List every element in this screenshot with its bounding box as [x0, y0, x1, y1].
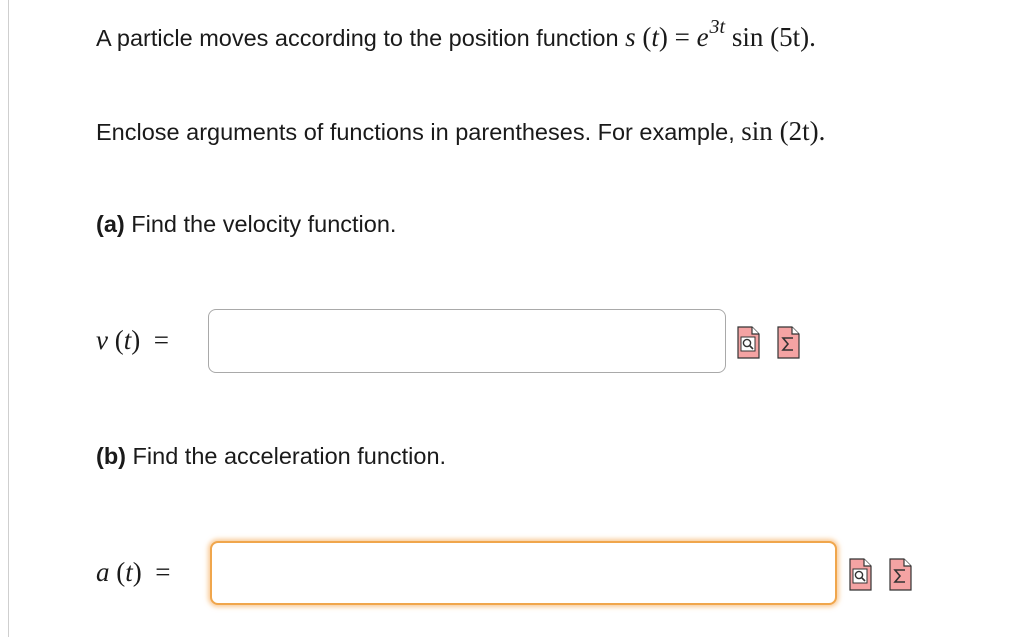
sin-argument: 5t: [779, 22, 801, 52]
part-b-prompt: (b) Find the acceleration function.: [96, 443, 446, 470]
t-symbol: t: [651, 22, 659, 52]
intro-text: A particle moves according to the positi…: [96, 25, 619, 51]
part-a-letter: (a): [96, 211, 125, 237]
s-symbol: s: [625, 22, 636, 52]
part-a-text: Find the velocity function.: [131, 211, 397, 237]
left-border: [8, 0, 9, 637]
sin-symbol: sin: [731, 22, 764, 52]
preview-icon[interactable]: [737, 326, 760, 359]
example-formula: sin (2t).: [741, 116, 826, 146]
acceleration-answer-input[interactable]: [210, 541, 837, 605]
instruction: Enclose arguments of functions in parent…: [96, 116, 825, 147]
exponent: 3t: [709, 16, 726, 38]
preview-icon[interactable]: [849, 558, 872, 591]
t-symbol: t: [125, 557, 133, 587]
acceleration-label: a (t) =: [96, 557, 171, 587]
e-symbol: e: [696, 22, 709, 52]
a-symbol: a: [96, 557, 110, 587]
part-b-letter: (b): [96, 443, 127, 469]
part-a-prompt: (a) Find the velocity function.: [96, 211, 396, 238]
part-b-text: Find the acceleration function.: [132, 443, 447, 469]
velocity-answer-input[interactable]: [208, 309, 726, 373]
velocity-label: v (t) =: [96, 325, 169, 355]
problem-statement: A particle moves according to the positi…: [96, 16, 816, 53]
example-fn: sin: [741, 116, 773, 146]
example-arg: 2t: [788, 116, 810, 146]
sigma-icon[interactable]: [777, 326, 800, 359]
t-symbol: t: [123, 325, 132, 355]
position-function-formula: s (t) = e3t sin (5t).: [625, 16, 816, 52]
instruction-text: Enclose arguments of functions in parent…: [96, 119, 735, 145]
sigma-icon[interactable]: [889, 558, 912, 591]
v-symbol: v: [96, 325, 108, 355]
